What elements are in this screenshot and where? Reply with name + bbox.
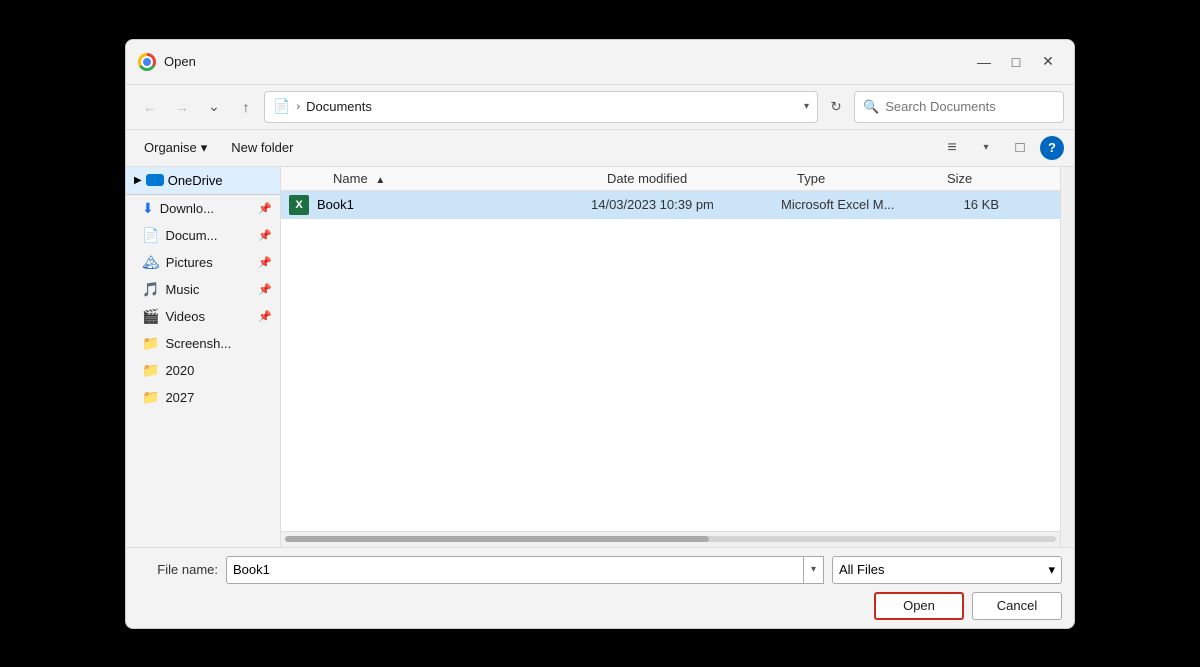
col-size-header[interactable]: Size <box>947 171 1027 186</box>
filetype-value: All Files <box>839 562 885 577</box>
sidebar-item-2020[interactable]: 📁 2020 <box>126 357 280 384</box>
sidebar-videos-label: Videos <box>165 309 205 324</box>
horizontal-scrollbar[interactable] <box>281 531 1060 547</box>
file-list: Name ▲ Date modified Type Size <box>281 167 1060 531</box>
filetype-dropdown-icon: ▾ <box>1048 562 1055 578</box>
videos-icon: 🎬 <box>142 308 159 325</box>
name-sort-arrow: ▲ <box>375 175 385 186</box>
sidebar-2027-label: 2027 <box>165 390 194 405</box>
address-dropdown-icon[interactable]: ▾ <box>804 101 809 112</box>
new-folder-button[interactable]: New folder <box>223 136 301 159</box>
sidebar-item-downloads[interactable]: ⬇ Downlo... 📌 <box>126 195 280 222</box>
file-type: Microsoft Excel M... <box>781 197 931 212</box>
up-button[interactable]: ↑ <box>232 93 260 121</box>
documents-pin: 📌 <box>258 229 272 242</box>
music-pin: 📌 <box>258 283 272 296</box>
file-row-book1[interactable]: Book1 14/03/2023 10:39 pm Microsoft Exce… <box>281 191 1060 219</box>
filetype-select[interactable]: All Files ▾ <box>832 556 1062 584</box>
sidebar-item-2027[interactable]: 📁 2027 <box>126 384 280 411</box>
filename-dropdown[interactable]: ▾ <box>804 556 824 584</box>
minimize-button[interactable]: — <box>970 48 998 76</box>
col-type-header[interactable]: Type <box>797 171 947 186</box>
filename-input[interactable] <box>226 556 804 584</box>
search-bar[interactable]: 🔍 <box>854 91 1064 123</box>
back-button[interactable]: ← <box>136 93 164 121</box>
h-scrollbar-thumb <box>285 536 709 542</box>
sidebar-item-videos[interactable]: 🎬 Videos 📌 <box>126 303 280 330</box>
sidebar-item-pictures[interactable]: 🏔 Pictures 📌 <box>126 249 280 276</box>
sidebar-onedrive-label: OneDrive <box>168 173 223 188</box>
view-pane-dropdown[interactable]: ▾ <box>972 134 1000 162</box>
dialog-title: Open <box>164 54 196 69</box>
documents-icon: 📄 <box>142 227 159 244</box>
sidebar: ▶ OneDrive ⬇ Downlo... 📌 📄 Docum... 📌 🏔 … <box>126 167 281 547</box>
organise-arrow: ▾ <box>201 140 208 156</box>
sidebar-downloads-label: Downlo... <box>160 201 214 216</box>
file-name: Book1 <box>317 197 591 212</box>
organise-button[interactable]: Organise ▾ <box>136 136 215 160</box>
filename-input-group: ▾ <box>226 556 824 584</box>
navigation-bar: ← → ⌄ ↑ 📄 › Documents ▾ ↻ 🔍 <box>126 85 1074 130</box>
title-bar-left: Open <box>138 53 196 71</box>
sidebar-item-music[interactable]: 🎵 Music 📌 <box>126 276 280 303</box>
col-date-header[interactable]: Date modified <box>607 171 797 186</box>
filename-label: File name: <box>138 562 218 577</box>
cancel-button[interactable]: Cancel <box>972 592 1062 620</box>
open-dialog: Open — □ ✕ ← → ⌄ ↑ 📄 › Documents ▾ ↻ 🔍 O… <box>125 39 1075 629</box>
footer-buttons: Open Cancel <box>138 592 1062 620</box>
filename-row: File name: ▾ All Files ▾ <box>138 556 1062 584</box>
sidebar-item-screenshots[interactable]: 📁 Screensh... <box>126 330 280 357</box>
open-button[interactable]: Open <box>874 592 964 620</box>
help-button[interactable]: ? <box>1040 136 1064 160</box>
col-name-header[interactable]: Name ▲ <box>297 171 607 186</box>
close-button[interactable]: ✕ <box>1034 48 1062 76</box>
address-path: Documents <box>306 99 798 114</box>
file-area: Name ▲ Date modified Type Size <box>281 167 1060 547</box>
search-input[interactable] <box>885 99 1055 114</box>
chrome-icon <box>138 53 156 71</box>
forward-button[interactable]: → <box>168 93 196 121</box>
sidebar-pictures-label: Pictures <box>166 255 213 270</box>
footer: File name: ▾ All Files ▾ Open Cancel <box>126 547 1074 628</box>
main-content: ▶ OneDrive ⬇ Downlo... 📌 📄 Docum... 📌 🏔 … <box>126 167 1074 547</box>
folder-2020-icon: 📁 <box>142 362 159 379</box>
h-scrollbar-track <box>285 536 1056 542</box>
sidebar-documents-label: Docum... <box>165 228 217 243</box>
organise-label: Organise <box>144 140 197 155</box>
file-icon-cell <box>281 195 317 215</box>
title-bar-controls: — □ ✕ <box>970 48 1062 76</box>
downloads-pin: 📌 <box>258 202 272 215</box>
address-separator: › <box>296 101 300 113</box>
file-date: 14/03/2023 10:39 pm <box>591 197 781 212</box>
toolbar: Organise ▾ New folder ≡ ▾ □ ? <box>126 130 1074 167</box>
screenshots-icon: 📁 <box>142 335 159 352</box>
pictures-icon: 🏔 <box>142 254 160 271</box>
search-icon: 🔍 <box>863 99 879 115</box>
file-list-header: Name ▲ Date modified Type Size <box>281 167 1060 191</box>
view-list-button[interactable]: ≡ <box>938 134 966 162</box>
sidebar-expand-icon: ▶ <box>134 175 142 186</box>
view-pane-button[interactable]: □ <box>1006 134 1034 162</box>
downloads-icon: ⬇ <box>142 200 154 217</box>
address-bar[interactable]: 📄 › Documents ▾ <box>264 91 818 123</box>
folder-2027-icon: 📁 <box>142 389 159 406</box>
file-size: 16 KB <box>931 197 1011 212</box>
sidebar-item-documents[interactable]: 📄 Docum... 📌 <box>126 222 280 249</box>
videos-pin: 📌 <box>258 310 272 323</box>
vertical-scrollbar[interactable] <box>1060 167 1074 547</box>
onedrive-icon <box>146 174 164 186</box>
sidebar-2020-label: 2020 <box>165 363 194 378</box>
refresh-button[interactable]: ↻ <box>822 93 850 121</box>
title-bar: Open — □ ✕ <box>126 40 1074 85</box>
toolbar-right: ≡ ▾ □ ? <box>938 134 1064 162</box>
sidebar-onedrive[interactable]: ▶ OneDrive <box>126 167 280 195</box>
excel-icon <box>289 195 309 215</box>
address-icon: 📄 <box>273 98 290 115</box>
music-icon: 🎵 <box>142 281 159 298</box>
sidebar-music-label: Music <box>165 282 199 297</box>
maximize-button[interactable]: □ <box>1002 48 1030 76</box>
sidebar-screenshots-label: Screensh... <box>165 336 231 351</box>
dropdown-button[interactable]: ⌄ <box>200 93 228 121</box>
pictures-pin: 📌 <box>258 256 272 269</box>
